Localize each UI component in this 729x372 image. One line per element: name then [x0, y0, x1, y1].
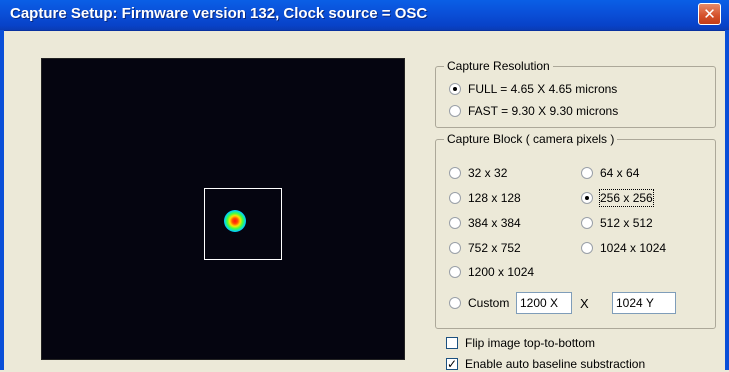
- radio-128[interactable]: [449, 192, 461, 204]
- close-button[interactable]: ✕: [698, 3, 721, 25]
- block-custom-label: Custom: [468, 296, 510, 310]
- block-752-label: 752 x 752: [468, 241, 521, 255]
- radio-full[interactable]: [449, 83, 461, 95]
- window-title: Capture Setup: Firmware version 132, Clo…: [10, 5, 428, 22]
- custom-height-input[interactable]: 1024 Y: [612, 292, 676, 314]
- block-1024-label: 1024 x 1024: [600, 241, 667, 255]
- block-1200-label: 1200 x 1024: [468, 265, 535, 279]
- block-512-label: 512 x 512: [600, 216, 653, 230]
- auto-baseline-checkbox[interactable]: [446, 356, 458, 372]
- radio-64[interactable]: [581, 167, 593, 179]
- custom-width-input[interactable]: 1200 X: [516, 292, 572, 314]
- custom-x-separator: X: [580, 296, 589, 311]
- window-frame-left: [0, 30, 4, 370]
- resolution-fast-label: FAST = 9.30 X 9.30 microns: [468, 104, 619, 118]
- capture-resolution-legend: Capture Resolution: [444, 59, 553, 73]
- title-bar[interactable]: Capture Setup: Firmware version 132, Clo…: [0, 0, 729, 31]
- capture-block-legend: Capture Block ( camera pixels ): [444, 132, 618, 146]
- window-frame-right: [725, 30, 729, 370]
- block-64-label: 64 x 64: [600, 166, 640, 180]
- radio-custom[interactable]: [449, 297, 461, 309]
- radio-256[interactable]: [581, 192, 593, 204]
- radio-1200[interactable]: [449, 266, 461, 278]
- close-icon: ✕: [703, 5, 716, 23]
- beam-spot: [224, 210, 246, 232]
- resolution-full-label: FULL = 4.65 X 4.65 microns: [468, 82, 618, 96]
- radio-384[interactable]: [449, 217, 461, 229]
- radio-32[interactable]: [449, 167, 461, 179]
- camera-preview[interactable]: [41, 58, 405, 360]
- radio-752[interactable]: [449, 242, 461, 254]
- radio-1024[interactable]: [581, 242, 593, 254]
- block-256-label: 256 x 256: [599, 189, 654, 207]
- radio-512[interactable]: [581, 217, 593, 229]
- block-128-label: 128 x 128: [468, 191, 521, 205]
- flip-image-checkbox[interactable]: [446, 337, 458, 349]
- flip-image-label: Flip image top-to-bottom: [465, 336, 596, 350]
- block-384-label: 384 x 384: [468, 216, 521, 230]
- radio-fast[interactable]: [449, 105, 461, 117]
- block-32-label: 32 x 32: [468, 166, 508, 180]
